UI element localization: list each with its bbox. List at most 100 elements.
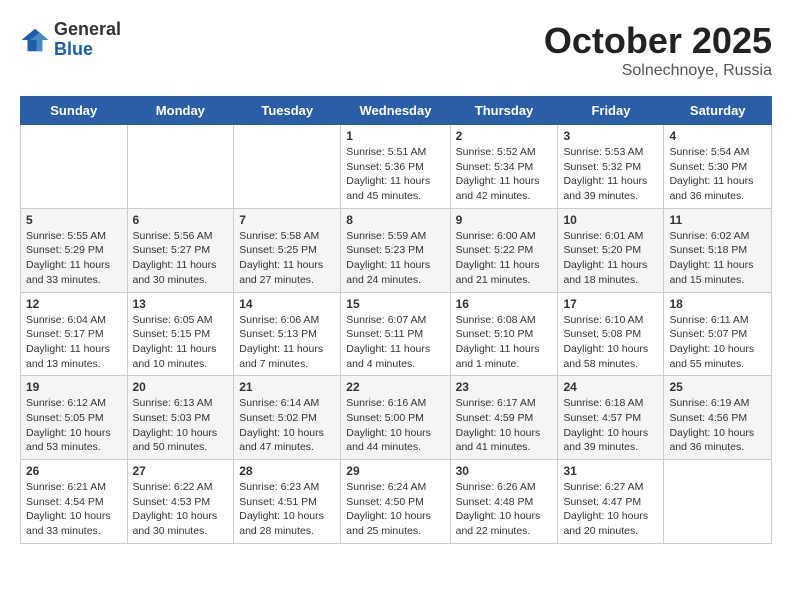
day-info: Sunrise: 6:07 AM Sunset: 5:11 PM Dayligh… bbox=[346, 313, 444, 372]
calendar-cell: 31 Sunrise: 6:27 AM Sunset: 4:47 PM Dayli… bbox=[558, 460, 664, 544]
logo-text: General Blue bbox=[54, 20, 121, 60]
weekday-header-saturday: Saturday bbox=[664, 97, 772, 125]
calendar-cell: 10 Sunrise: 6:01 AM Sunset: 5:20 PM Dayli… bbox=[558, 208, 664, 292]
weekday-header-monday: Monday bbox=[127, 97, 234, 125]
day-info: Sunrise: 6:12 AM Sunset: 5:05 PM Dayligh… bbox=[26, 396, 122, 455]
day-number: 7 bbox=[239, 213, 335, 227]
calendar-week-row: 19Sunrise: 6:12 AM Sunset: 5:05 PM Dayli… bbox=[21, 376, 772, 460]
logo-blue: Blue bbox=[54, 40, 121, 60]
day-number: 25 bbox=[669, 380, 766, 394]
weekday-header-row: SundayMondayTuesdayWednesdayThursdayFrid… bbox=[21, 97, 772, 125]
day-number: 3 bbox=[563, 129, 658, 143]
calendar-subtitle: Solnechnoye, Russia bbox=[544, 62, 772, 80]
calendar-cell: 13 Sunrise: 6:05 AM Sunset: 5:15 PM Dayli… bbox=[127, 292, 234, 376]
day-info: Sunrise: 6:14 AM Sunset: 5:02 PM Dayligh… bbox=[239, 396, 335, 455]
calendar-cell: 7 Sunrise: 5:58 AM Sunset: 5:25 PM Daylig… bbox=[234, 208, 341, 292]
calendar-cell: 2 Sunrise: 5:52 AM Sunset: 5:34 PM Daylig… bbox=[450, 125, 558, 209]
day-number: 23 bbox=[456, 380, 553, 394]
title-block: October 2025 Solnechnoye, Russia bbox=[544, 20, 772, 80]
day-info: Sunrise: 6:24 AM Sunset: 4:50 PM Dayligh… bbox=[346, 480, 444, 539]
day-number: 14 bbox=[239, 297, 335, 311]
day-number: 31 bbox=[563, 464, 658, 478]
calendar-header: SundayMondayTuesdayWednesdayThursdayFrid… bbox=[21, 97, 772, 125]
day-number: 5 bbox=[26, 213, 122, 227]
day-info: Sunrise: 6:26 AM Sunset: 4:48 PM Dayligh… bbox=[456, 480, 553, 539]
calendar-cell: 6 Sunrise: 5:56 AM Sunset: 5:27 PM Daylig… bbox=[127, 208, 234, 292]
day-info: Sunrise: 5:54 AM Sunset: 5:30 PM Dayligh… bbox=[669, 145, 766, 204]
calendar-table: SundayMondayTuesdayWednesdayThursdayFrid… bbox=[20, 96, 772, 544]
calendar-cell: 4 Sunrise: 5:54 AM Sunset: 5:30 PM Daylig… bbox=[664, 125, 772, 209]
day-info: Sunrise: 5:55 AM Sunset: 5:29 PM Dayligh… bbox=[26, 229, 122, 288]
calendar-body: 1 Sunrise: 5:51 AM Sunset: 5:36 PM Daylig… bbox=[21, 125, 772, 544]
calendar-cell: 26 Sunrise: 6:21 AM Sunset: 4:54 PM Dayli… bbox=[21, 460, 128, 544]
calendar-cell: 23 Sunrise: 6:17 AM Sunset: 4:59 PM Dayli… bbox=[450, 376, 558, 460]
calendar-week-row: 5 Sunrise: 5:55 AM Sunset: 5:29 PM Daylig… bbox=[21, 208, 772, 292]
calendar-cell: 27 Sunrise: 6:22 AM Sunset: 4:53 PM Dayli… bbox=[127, 460, 234, 544]
calendar-cell: 12Sunrise: 6:04 AM Sunset: 5:17 PM Dayli… bbox=[21, 292, 128, 376]
day-number: 17 bbox=[563, 297, 658, 311]
calendar-cell bbox=[21, 125, 128, 209]
day-number: 21 bbox=[239, 380, 335, 394]
day-info: Sunrise: 6:05 AM Sunset: 5:15 PM Dayligh… bbox=[133, 313, 229, 372]
day-info: Sunrise: 6:16 AM Sunset: 5:00 PM Dayligh… bbox=[346, 396, 444, 455]
day-info: Sunrise: 6:00 AM Sunset: 5:22 PM Dayligh… bbox=[456, 229, 553, 288]
calendar-cell: 30 Sunrise: 6:26 AM Sunset: 4:48 PM Dayli… bbox=[450, 460, 558, 544]
day-info: Sunrise: 6:22 AM Sunset: 4:53 PM Dayligh… bbox=[133, 480, 229, 539]
calendar-cell: 3Sunrise: 5:53 AM Sunset: 5:32 PM Daylig… bbox=[558, 125, 664, 209]
calendar-week-row: 12Sunrise: 6:04 AM Sunset: 5:17 PM Dayli… bbox=[21, 292, 772, 376]
weekday-header-sunday: Sunday bbox=[21, 97, 128, 125]
day-info: Sunrise: 6:06 AM Sunset: 5:13 PM Dayligh… bbox=[239, 313, 335, 372]
calendar-cell bbox=[234, 125, 341, 209]
calendar-cell: 17Sunrise: 6:10 AM Sunset: 5:08 PM Dayli… bbox=[558, 292, 664, 376]
day-info: Sunrise: 6:08 AM Sunset: 5:10 PM Dayligh… bbox=[456, 313, 553, 372]
day-number: 8 bbox=[346, 213, 444, 227]
calendar-cell: 8 Sunrise: 5:59 AM Sunset: 5:23 PM Daylig… bbox=[341, 208, 450, 292]
day-info: Sunrise: 6:11 AM Sunset: 5:07 PM Dayligh… bbox=[669, 313, 766, 372]
calendar-cell: 15 Sunrise: 6:07 AM Sunset: 5:11 PM Dayli… bbox=[341, 292, 450, 376]
day-info: Sunrise: 6:02 AM Sunset: 5:18 PM Dayligh… bbox=[669, 229, 766, 288]
day-info: Sunrise: 6:21 AM Sunset: 4:54 PM Dayligh… bbox=[26, 480, 122, 539]
day-info: Sunrise: 6:04 AM Sunset: 5:17 PM Dayligh… bbox=[26, 313, 122, 372]
day-number: 18 bbox=[669, 297, 766, 311]
day-info: Sunrise: 5:59 AM Sunset: 5:23 PM Dayligh… bbox=[346, 229, 444, 288]
calendar-cell: 1 Sunrise: 5:51 AM Sunset: 5:36 PM Daylig… bbox=[341, 125, 450, 209]
weekday-header-tuesday: Tuesday bbox=[234, 97, 341, 125]
day-info: Sunrise: 5:56 AM Sunset: 5:27 PM Dayligh… bbox=[133, 229, 229, 288]
calendar-cell: 19Sunrise: 6:12 AM Sunset: 5:05 PM Dayli… bbox=[21, 376, 128, 460]
calendar-cell: 14 Sunrise: 6:06 AM Sunset: 5:13 PM Dayli… bbox=[234, 292, 341, 376]
calendar-cell: 18 Sunrise: 6:11 AM Sunset: 5:07 PM Dayli… bbox=[664, 292, 772, 376]
calendar-cell: 24Sunrise: 6:18 AM Sunset: 4:57 PM Dayli… bbox=[558, 376, 664, 460]
day-number: 28 bbox=[239, 464, 335, 478]
day-number: 4 bbox=[669, 129, 766, 143]
day-info: Sunrise: 6:17 AM Sunset: 4:59 PM Dayligh… bbox=[456, 396, 553, 455]
day-number: 13 bbox=[133, 297, 229, 311]
day-number: 27 bbox=[133, 464, 229, 478]
calendar-cell: 20Sunrise: 6:13 AM Sunset: 5:03 PM Dayli… bbox=[127, 376, 234, 460]
day-info: Sunrise: 6:27 AM Sunset: 4:47 PM Dayligh… bbox=[563, 480, 658, 539]
calendar-week-row: 26 Sunrise: 6:21 AM Sunset: 4:54 PM Dayli… bbox=[21, 460, 772, 544]
day-info: Sunrise: 5:58 AM Sunset: 5:25 PM Dayligh… bbox=[239, 229, 335, 288]
day-number: 26 bbox=[26, 464, 122, 478]
day-info: Sunrise: 5:52 AM Sunset: 5:34 PM Dayligh… bbox=[456, 145, 553, 204]
logo-icon bbox=[20, 25, 50, 55]
day-number: 15 bbox=[346, 297, 444, 311]
day-info: Sunrise: 6:01 AM Sunset: 5:20 PM Dayligh… bbox=[563, 229, 658, 288]
calendar-cell bbox=[664, 460, 772, 544]
page-header: General Blue October 2025 Solnechnoye, R… bbox=[20, 20, 772, 80]
calendar-cell: 29Sunrise: 6:24 AM Sunset: 4:50 PM Dayli… bbox=[341, 460, 450, 544]
day-number: 30 bbox=[456, 464, 553, 478]
calendar-cell: 21 Sunrise: 6:14 AM Sunset: 5:02 PM Dayli… bbox=[234, 376, 341, 460]
day-number: 11 bbox=[669, 213, 766, 227]
weekday-header-thursday: Thursday bbox=[450, 97, 558, 125]
day-info: Sunrise: 6:23 AM Sunset: 4:51 PM Dayligh… bbox=[239, 480, 335, 539]
day-number: 1 bbox=[346, 129, 444, 143]
weekday-header-friday: Friday bbox=[558, 97, 664, 125]
calendar-cell: 28 Sunrise: 6:23 AM Sunset: 4:51 PM Dayli… bbox=[234, 460, 341, 544]
day-number: 2 bbox=[456, 129, 553, 143]
day-number: 6 bbox=[133, 213, 229, 227]
day-number: 22 bbox=[346, 380, 444, 394]
day-info: Sunrise: 5:51 AM Sunset: 5:36 PM Dayligh… bbox=[346, 145, 444, 204]
calendar-cell bbox=[127, 125, 234, 209]
day-number: 10 bbox=[563, 213, 658, 227]
calendar-title: October 2025 bbox=[544, 20, 772, 62]
